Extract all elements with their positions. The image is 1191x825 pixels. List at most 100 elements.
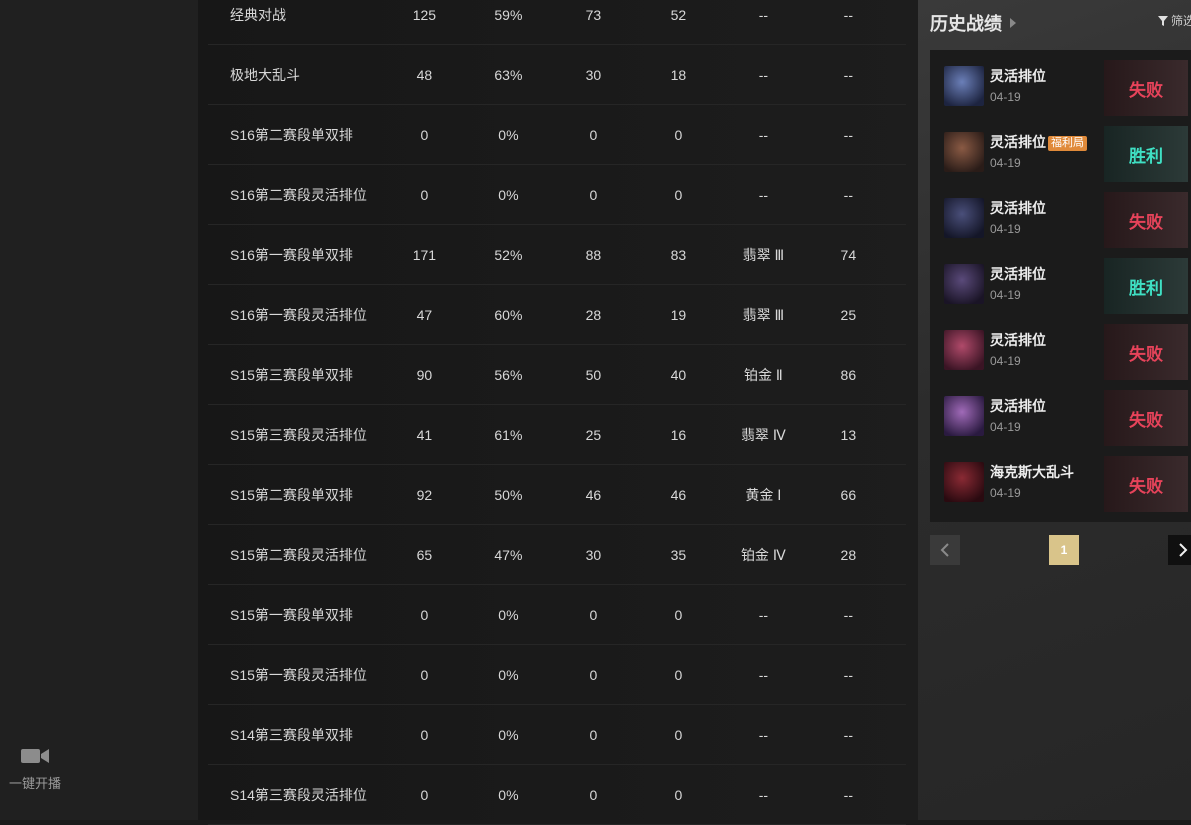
row-mode-name: S15第一赛段单双排 [230,606,353,623]
page-number-button[interactable]: 1 [1049,535,1079,565]
pagination: 1 [930,535,1191,565]
table-row: S16第一赛段单双排 171 52% 88 83 翡翠 Ⅲ 74 [208,225,906,285]
match-date: 04-19 [990,222,1021,236]
row-stat-cell: 47 [416,306,433,323]
row-stat-cell: 46 [585,486,602,503]
row-stat-cell: -- [758,6,769,23]
one-click-stream-button[interactable]: 一键开播 [0,745,70,792]
row-stat-cell: 0% [498,606,519,623]
row-stat-cell: -- [758,186,769,203]
champion-avatar [944,264,984,304]
row-stat-cell: 86 [840,366,857,383]
match-mode-label: 灵活排位 [990,332,1046,348]
row-stat-cell: 黄金 Ⅰ [745,486,782,503]
match-date: 04-19 [990,354,1021,368]
table-row: S16第一赛段灵活排位 47 60% 28 19 翡翠 Ⅲ 25 [208,285,906,345]
row-stat-cell: 83 [670,246,687,263]
match-result: 失败 [1104,456,1188,512]
row-stat-cell: -- [758,126,769,143]
match-date: 04-19 [990,90,1021,104]
row-stat-cell: 30 [585,66,602,83]
row-stat-cell: 铂金 Ⅱ [743,366,783,383]
match-date: 04-19 [990,156,1021,170]
chevron-right-icon [1179,543,1188,557]
table-row: S15第三赛段灵活排位 41 61% 25 16 翡翠 Ⅳ 13 [208,405,906,465]
match-item[interactable]: 灵活排位 04-19 胜利 [930,248,1191,314]
table-row: S16第二赛段灵活排位 0 0% 0 0 -- -- [208,165,906,225]
row-stat-cell: 0 [420,126,429,143]
match-mode: 灵活排位 [990,330,1046,350]
row-stat-cell: -- [843,126,853,143]
match-mode: 灵活排位 [990,198,1046,218]
row-stat-cell: 47% [494,546,523,563]
table-row: S15第一赛段灵活排位 0 0% 0 0 -- -- [208,645,906,705]
row-stat-cell: 0% [498,726,519,743]
row-stat-cell: 56% [494,366,523,383]
match-date: 04-19 [990,288,1021,302]
row-stat-cell: -- [843,186,853,203]
filter-button[interactable]: 筛选 [1158,12,1191,29]
stream-label: 一键开播 [8,776,61,791]
history-header[interactable]: 历史战绩 [930,10,1016,36]
match-result: 胜利 [1104,126,1188,182]
table-row: S14第三赛段灵活排位 0 0% 0 0 -- -- [208,765,906,825]
row-stat-cell: 0 [589,606,598,623]
match-item[interactable]: 海克斯大乱斗 04-19 失败 [930,446,1191,512]
champion-avatar [944,132,984,172]
match-mode-label: 灵活排位 [990,134,1046,150]
row-mode-name: S16第二赛段单双排 [230,126,353,143]
row-stat-cell: 16 [670,426,687,443]
row-stat-cell: 0% [498,666,519,683]
row-stat-cell: -- [758,66,769,83]
row-stat-cell: 30 [585,546,602,563]
match-item[interactable]: 灵活排位 04-19 失败 [930,182,1191,248]
next-page-button[interactable] [1168,535,1191,565]
row-stat-cell: -- [758,786,769,803]
row-stat-cell: 18 [670,66,687,83]
row-stat-cell: -- [758,666,769,683]
video-camera-icon [21,749,49,763]
match-result: 失败 [1104,60,1188,116]
prev-page-button[interactable] [930,535,960,565]
row-stat-cell: 28 [585,306,602,323]
match-result: 失败 [1104,192,1188,248]
champion-avatar [944,462,984,502]
match-mode-label: 海克斯大乱斗 [990,464,1074,480]
filter-label: 筛选 [1171,14,1191,28]
table-row: 经典对战 125 59% 73 52 -- -- [208,0,906,45]
match-list: 灵活排位 04-19 失败 灵活排位 福利局 04-19 胜利 灵活排位 04-19 失败 灵活排位… [930,50,1191,522]
match-mode: 灵活排位 [990,66,1046,86]
row-stat-cell: 66 [840,486,857,503]
champion-avatar [944,66,984,106]
row-stat-cell: 50 [585,366,602,383]
row-stat-cell: 73 [585,6,602,23]
match-item[interactable]: 灵活排位 04-19 失败 [930,380,1191,446]
match-item[interactable]: 灵活排位 04-19 失败 [930,50,1191,116]
match-result: 胜利 [1104,258,1188,314]
row-stat-cell: 0 [589,786,598,803]
welfare-badge: 福利局 [1048,136,1087,151]
row-stat-cell: 0 [674,186,683,203]
row-mode-name: S16第一赛段单双排 [230,246,353,263]
row-stat-cell: 0 [589,726,598,743]
match-item[interactable]: 灵活排位 04-19 失败 [930,314,1191,380]
row-stat-cell: 0 [589,666,598,683]
row-stat-cell: 0% [498,786,519,803]
row-mode-name: S14第三赛段灵活排位 [230,786,367,803]
row-mode-name: S15第二赛段灵活排位 [230,546,367,563]
row-stat-cell: 60% [494,306,523,323]
row-stat-cell: 0% [498,186,519,203]
chevron-right-icon [1010,18,1016,28]
row-stat-cell: 25 [585,426,602,443]
row-stat-cell: 41 [416,426,433,443]
row-stat-cell: 0 [420,726,429,743]
row-stat-cell: 0 [674,126,683,143]
match-mode: 灵活排位 福利局 [990,132,1087,152]
match-mode: 灵活排位 [990,396,1046,416]
match-mode-label: 灵活排位 [990,266,1046,282]
row-stat-cell: -- [843,6,853,23]
match-date: 04-19 [990,420,1021,434]
match-item[interactable]: 灵活排位 福利局 04-19 胜利 [930,116,1191,182]
row-stat-cell: 0 [674,666,683,683]
row-stat-cell: 61% [494,426,523,443]
